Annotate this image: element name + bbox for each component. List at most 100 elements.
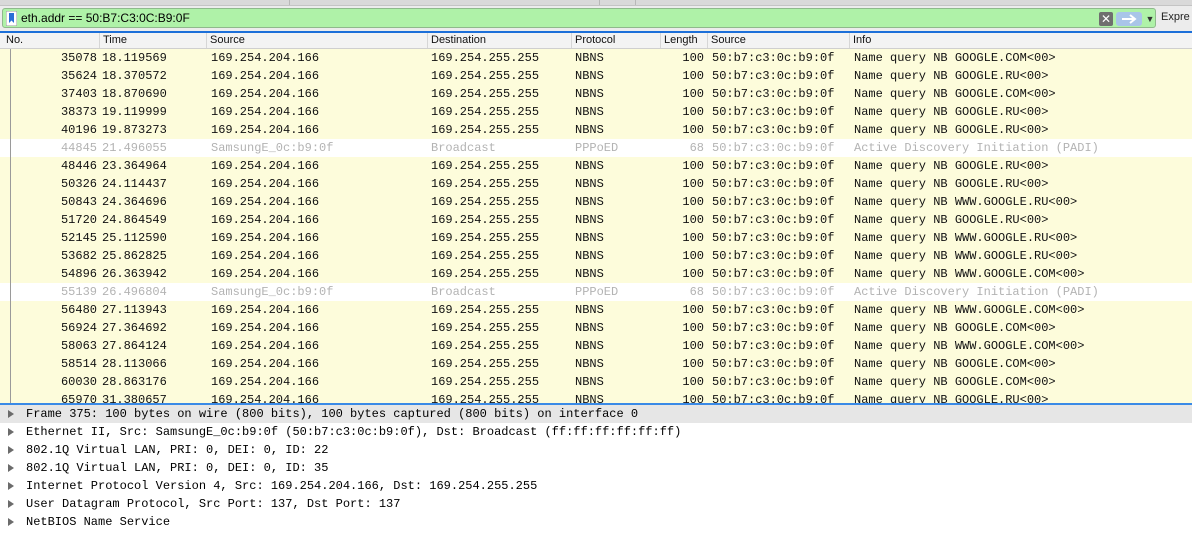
packet-row[interactable]: 35624 18.370572 169.254.204.166 169.254.255…: [0, 67, 1192, 85]
column-header-length[interactable]: Length: [660, 33, 707, 48]
packet-info: Name query NB GOOGLE.COM<00>: [854, 87, 1056, 101]
packet-hw-source: 50:b7:c3:0c:b9:0f: [712, 303, 835, 317]
packet-time: 24.114437: [102, 177, 167, 191]
packet-protocol: PPPoED: [575, 285, 619, 299]
packet-row[interactable]: 53682 25.862825 169.254.204.166 169.254.255…: [0, 247, 1192, 265]
packet-row[interactable]: 65970 31.380657 169.254.204.166 169.254.255…: [0, 391, 1192, 403]
packet-time: 28.863176: [102, 375, 167, 389]
packet-destination: 169.254.255.255: [431, 357, 540, 371]
related-packet-marker: [10, 139, 11, 157]
column-header-time[interactable]: Time: [99, 33, 206, 48]
column-header-no[interactable]: No.: [3, 33, 99, 48]
packet-hw-source: 50:b7:c3:0c:b9:0f: [712, 249, 835, 263]
packet-hw-source: 50:b7:c3:0c:b9:0f: [712, 105, 835, 119]
packet-row[interactable]: 54896 26.363942 169.254.204.166 169.254.255…: [0, 265, 1192, 283]
packet-hw-source: 50:b7:c3:0c:b9:0f: [712, 51, 835, 65]
column-header-hw-source[interactable]: Source: [707, 33, 849, 48]
related-packet-marker: [10, 319, 11, 337]
column-header-source[interactable]: Source: [206, 33, 427, 48]
column-header-protocol[interactable]: Protocol: [571, 33, 660, 48]
bookmark-icon[interactable]: [6, 11, 17, 26]
packet-hw-source: 50:b7:c3:0c:b9:0f: [712, 87, 835, 101]
packet-source: 169.254.204.166: [211, 213, 320, 227]
packet-length: 100: [682, 195, 704, 209]
expand-triangle-icon[interactable]: [8, 518, 14, 526]
packet-row[interactable]: 55139 26.496804 SamsungE_0c:b9:0f Broadcast…: [0, 283, 1192, 301]
arrow-right-icon: [1122, 14, 1137, 24]
expand-triangle-icon[interactable]: [8, 500, 14, 508]
related-packet-marker: [10, 103, 11, 121]
packet-row[interactable]: 35078 18.119569 169.254.204.166 169.254.255…: [0, 49, 1192, 67]
detail-tree-item[interactable]: NetBIOS Name Service: [0, 513, 1192, 531]
detail-tree-item[interactable]: 802.1Q Virtual LAN, PRI: 0, DEI: 0, ID: …: [0, 441, 1192, 459]
packet-time: 18.370572: [102, 69, 167, 83]
detail-tree-label: NetBIOS Name Service: [26, 515, 171, 529]
packet-info: Name query NB GOOGLE.RU<00>: [854, 393, 1049, 403]
chevron-down-icon[interactable]: ▼: [1143, 12, 1157, 26]
packet-row[interactable]: 48446 23.364964 169.254.204.166 169.254.255…: [0, 157, 1192, 175]
packet-row[interactable]: 50326 24.114437 169.254.204.166 169.254.255…: [0, 175, 1192, 193]
expression-button[interactable]: Expre: [1161, 11, 1190, 23]
packet-destination: Broadcast: [431, 141, 496, 155]
toolbar-segment: [600, 0, 636, 5]
packet-row[interactable]: 58514 28.113066 169.254.204.166 169.254.255…: [0, 355, 1192, 373]
packet-destination: 169.254.255.255: [431, 123, 540, 137]
packet-row[interactable]: 37403 18.870690 169.254.204.166 169.254.255…: [0, 85, 1192, 103]
packet-info: Name query NB GOOGLE.RU<00>: [854, 177, 1049, 191]
packet-destination: 169.254.255.255: [431, 105, 540, 119]
detail-tree-item[interactable]: Internet Protocol Version 4, Src: 169.25…: [0, 477, 1192, 495]
display-filter-field[interactable]: ✕ ▼: [2, 8, 1156, 28]
expand-triangle-icon[interactable]: [8, 428, 14, 436]
packet-row[interactable]: 56924 27.364692 169.254.204.166 169.254.255…: [0, 319, 1192, 337]
packet-info: Name query NB WWW.GOOGLE.COM<00>: [854, 303, 1085, 317]
packet-hw-source: 50:b7:c3:0c:b9:0f: [712, 375, 835, 389]
packet-row[interactable]: 50843 24.364696 169.254.204.166 169.254.255…: [0, 193, 1192, 211]
packet-number: 35078: [60, 51, 97, 65]
packet-list[interactable]: 35078 18.119569 169.254.204.166 169.254.255…: [0, 49, 1192, 403]
packet-destination: 169.254.255.255: [431, 69, 540, 83]
toolbar-segment: [0, 0, 290, 5]
packet-row[interactable]: 38373 19.119999 169.254.204.166 169.254.255…: [0, 103, 1192, 121]
expand-triangle-icon[interactable]: [8, 482, 14, 490]
packet-protocol: NBNS: [575, 249, 604, 263]
detail-tree-item[interactable]: Ethernet II, Src: SamsungE_0c:b9:0f (50:…: [0, 423, 1192, 441]
packet-length: 100: [682, 123, 704, 137]
column-header-info[interactable]: Info: [849, 33, 1192, 48]
packet-info: Name query NB GOOGLE.RU<00>: [854, 123, 1049, 137]
display-filter-bar: ✕ ▼ Expre: [0, 6, 1192, 32]
related-packet-marker: [10, 283, 11, 301]
expand-triangle-icon[interactable]: [8, 464, 14, 472]
packet-protocol: NBNS: [575, 123, 604, 137]
column-header-destination[interactable]: Destination: [427, 33, 571, 48]
detail-tree-item[interactable]: 802.1Q Virtual LAN, PRI: 0, DEI: 0, ID: …: [0, 459, 1192, 477]
detail-tree-item[interactable]: User Datagram Protocol, Src Port: 137, D…: [0, 495, 1192, 513]
packet-row[interactable]: 44845 21.496055 SamsungE_0c:b9:0f Broadcast…: [0, 139, 1192, 157]
packet-time: 25.112590: [102, 231, 167, 245]
packet-length: 100: [682, 357, 704, 371]
expand-triangle-icon[interactable]: [8, 410, 14, 418]
packet-row[interactable]: 40196 19.873273 169.254.204.166 169.254.255…: [0, 121, 1192, 139]
packet-row[interactable]: 51720 24.864549 169.254.204.166 169.254.255…: [0, 211, 1192, 229]
packet-info: Name query NB GOOGLE.RU<00>: [854, 69, 1049, 83]
related-packet-marker: [10, 391, 11, 403]
packet-protocol: PPPoED: [575, 141, 619, 155]
packet-row[interactable]: 56480 27.113943 169.254.204.166 169.254.255…: [0, 301, 1192, 319]
packet-time: 18.119569: [102, 51, 167, 65]
display-filter-input[interactable]: [21, 10, 1091, 26]
packet-hw-source: 50:b7:c3:0c:b9:0f: [712, 195, 835, 209]
packet-source: 169.254.204.166: [211, 303, 320, 317]
packet-time: 21.496055: [102, 141, 167, 155]
packet-row[interactable]: 58063 27.864124 169.254.204.166 169.254.255…: [0, 337, 1192, 355]
packet-number: 38373: [60, 105, 97, 119]
related-packet-marker: [10, 121, 11, 139]
related-packet-marker: [10, 193, 11, 211]
packet-row[interactable]: 60030 28.863176 169.254.204.166 169.254.255…: [0, 373, 1192, 391]
clear-filter-icon[interactable]: ✕: [1099, 12, 1113, 26]
expand-triangle-icon[interactable]: [8, 446, 14, 454]
detail-tree-item[interactable]: Frame 375: 100 bytes on wire (800 bits),…: [0, 405, 1192, 423]
apply-filter-button[interactable]: [1116, 12, 1142, 26]
packet-row[interactable]: 52145 25.112590 169.254.204.166 169.254.255…: [0, 229, 1192, 247]
related-packet-marker: [10, 229, 11, 247]
packet-protocol: NBNS: [575, 357, 604, 371]
packet-source: 169.254.204.166: [211, 51, 320, 65]
